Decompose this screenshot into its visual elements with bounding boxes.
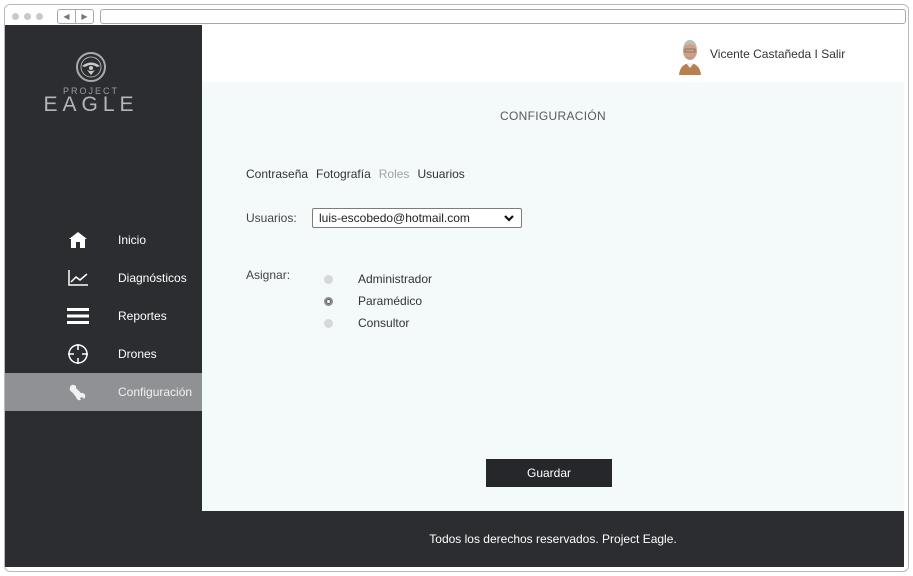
window-minimize-dot[interactable] <box>24 13 31 20</box>
top-header: Vicente Castañeda I Salir <box>202 25 904 82</box>
browser-nav-buttons: ◀ ▶ <box>57 9 94 24</box>
brand-logo[interactable]: PROJECT EAGLE <box>41 51 141 151</box>
radio-administrador[interactable]: Administrador <box>324 268 432 290</box>
sidebar-item-drones[interactable]: Drones <box>5 335 202 373</box>
window-close-dot[interactable] <box>12 13 19 20</box>
footer: Todos los derechos reservados. Project E… <box>5 511 904 567</box>
tab-fotografia[interactable]: Fotografía <box>316 167 371 181</box>
window-zoom-dot[interactable] <box>36 13 43 20</box>
radio-consultor[interactable]: Consultor <box>324 312 432 334</box>
address-bar[interactable] <box>100 9 906 24</box>
assign-label: Asignar: <box>246 268 291 282</box>
radio-label: Consultor <box>358 316 410 330</box>
radio-button[interactable] <box>324 318 333 328</box>
users-select[interactable]: luis-escobedo@hotmail.com <box>312 208 522 228</box>
sidebar-item-reportes[interactable]: Reportes <box>5 297 202 335</box>
radio-label: Administrador <box>358 272 433 286</box>
main-content: CONFIGURACIÓN Contraseña Fotografía Role… <box>202 82 904 511</box>
sidebar-item-label: Inicio <box>118 233 147 247</box>
radio-button-checked[interactable] <box>324 296 333 306</box>
sidebar: PROJECT EAGLE Inicio Diagnósticos Report… <box>5 25 202 511</box>
tab-roles[interactable]: Roles <box>379 167 410 181</box>
tab-usuarios[interactable]: Usuarios <box>417 167 464 181</box>
line-chart-icon <box>65 266 91 290</box>
sidebar-item-label: Diagnósticos <box>118 271 187 285</box>
sidebar-item-inicio[interactable]: Inicio <box>5 221 202 259</box>
radio-paramedico[interactable]: Paramédico <box>324 290 432 312</box>
eagle-emblem-icon <box>76 52 106 82</box>
sidebar-item-label: Drones <box>118 347 157 361</box>
home-icon <box>65 228 91 252</box>
radio-label: Paramédico <box>358 294 423 308</box>
forward-arrow-icon[interactable]: ▶ <box>75 10 93 23</box>
list-bars-icon <box>65 304 91 328</box>
sidebar-item-configuracion[interactable]: Configuración <box>5 373 202 411</box>
users-select-value: luis-escobedo@hotmail.com <box>319 211 470 225</box>
back-arrow-icon[interactable]: ◀ <box>58 10 75 23</box>
sidebar-menu: Inicio Diagnósticos Reportes Drones Conf… <box>5 221 202 411</box>
crosshair-icon <box>65 342 91 366</box>
sidebar-item-label: Configuración <box>118 385 193 399</box>
sidebar-item-label: Reportes <box>118 309 167 323</box>
users-field-row: Usuarios: luis-escobedo@hotmail.com <box>246 208 522 228</box>
tab-contrasena[interactable]: Contraseña <box>246 167 308 181</box>
settings-tabs: Contraseña Fotografía Roles Usuarios <box>246 167 465 181</box>
footer-copyright: Todos los derechos reservados. Project E… <box>429 532 677 546</box>
users-label: Usuarios: <box>246 211 297 225</box>
sidebar-item-diagnosticos[interactable]: Diagnósticos <box>5 259 202 297</box>
brand-line2: EAGLE <box>43 93 139 116</box>
user-session-link[interactable]: Vicente Castañeda I Salir <box>710 47 845 61</box>
save-button[interactable]: Guardar <box>486 459 612 487</box>
chevron-down-icon <box>504 215 514 222</box>
role-radio-list: Administrador Paramédico Consultor <box>324 268 432 334</box>
radio-button[interactable] <box>324 274 333 284</box>
avatar[interactable] <box>677 35 703 75</box>
wrench-icon <box>65 380 91 404</box>
page-title: CONFIGURACIÓN <box>500 109 606 123</box>
